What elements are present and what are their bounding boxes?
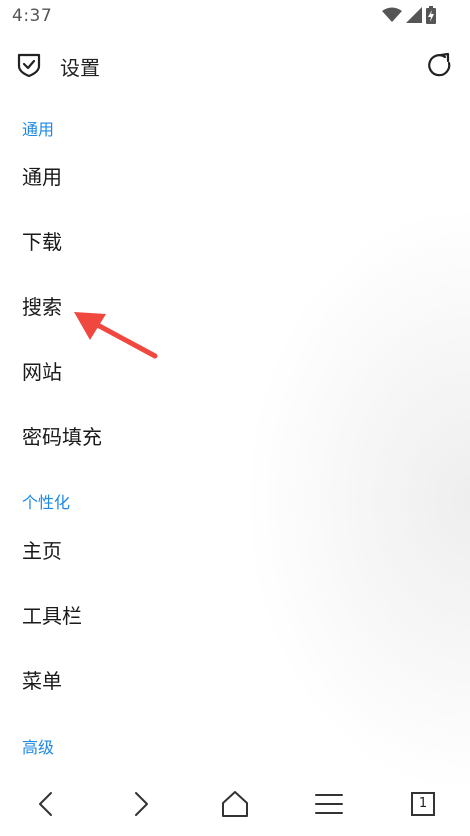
- back-icon[interactable]: [31, 788, 63, 820]
- forward-icon[interactable]: [124, 788, 156, 820]
- section-header-advanced: 高级: [22, 738, 55, 757]
- settings-item-toolbar[interactable]: 工具栏: [0, 586, 470, 646]
- settings-item-general[interactable]: 通用: [0, 147, 470, 207]
- home-icon[interactable]: [219, 788, 251, 820]
- status-time: 4:37: [12, 6, 53, 26]
- menu-icon[interactable]: [313, 788, 345, 820]
- status-bar: 4:37: [0, 0, 470, 32]
- settings-item-menu[interactable]: 菜单: [0, 651, 470, 711]
- settings-item-password-autofill[interactable]: 密码填充: [0, 407, 470, 467]
- signal-icon: [406, 7, 422, 23]
- tab-count: 1: [418, 796, 428, 811]
- annotation-arrow-icon: [74, 312, 158, 359]
- section-header-general: 通用: [22, 120, 55, 139]
- tabs-button[interactable]: 1: [411, 792, 435, 816]
- settings-item-homepage[interactable]: 主页: [0, 521, 470, 581]
- refresh-icon[interactable]: [426, 51, 454, 79]
- page-title: 设置: [60, 56, 100, 80]
- app-header: 设置: [0, 40, 470, 90]
- status-icons: [382, 6, 436, 24]
- shield-check-icon[interactable]: [16, 52, 42, 78]
- bottom-nav: 1: [0, 776, 470, 832]
- settings-item-downloads[interactable]: 下载: [0, 212, 470, 272]
- section-header-personalization: 个性化: [22, 493, 71, 512]
- settings-screen: 4:37 设置 通用 通用 下载 搜索 网站 密码填充 个性化 主页 工具栏 菜…: [0, 0, 470, 836]
- wifi-icon: [382, 7, 402, 22]
- battery-charging-icon: [426, 6, 436, 24]
